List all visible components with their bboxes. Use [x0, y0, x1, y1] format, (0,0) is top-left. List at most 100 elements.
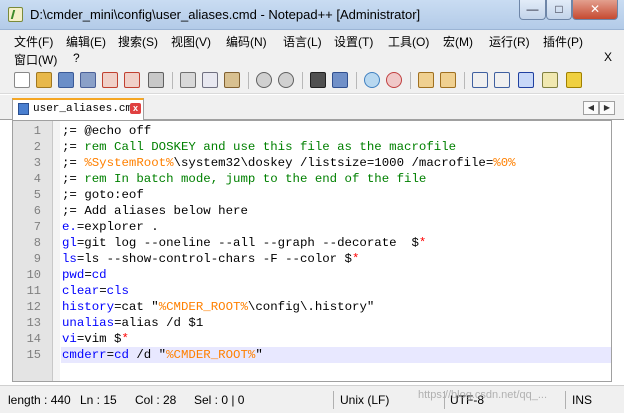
doc-map-icon[interactable]	[542, 72, 558, 88]
code-token: ;=	[62, 204, 85, 218]
minimize-button[interactable]: —	[519, 0, 546, 20]
code-text: unalias=alias /d $1	[61, 315, 611, 331]
code-line[interactable]: 8 gl=git log --oneline --all --graph --de…	[13, 235, 611, 251]
close-all-icon[interactable]	[124, 72, 140, 88]
line-number: 15	[26, 348, 41, 362]
print-icon[interactable]	[148, 72, 164, 88]
code-text: ;= rem Call DOSKEY and use this file as …	[61, 139, 611, 155]
code-token: =cat "	[114, 300, 159, 314]
new-file-icon[interactable]	[14, 72, 30, 88]
menu-file[interactable]: 文件(F)	[14, 33, 53, 50]
tab-bar: user_aliases.cmd x ◀ ▶	[0, 95, 624, 120]
status-divider	[565, 391, 566, 409]
menu-view[interactable]: 视图(V)	[171, 33, 211, 50]
tab-label: user_aliases.cmd	[33, 103, 139, 115]
toolbar-separator	[302, 72, 303, 89]
menu-edit[interactable]: 编辑(E)	[66, 33, 106, 50]
line-number: 2	[33, 140, 41, 154]
code-token: ;=	[62, 188, 85, 202]
code-token: =	[99, 284, 107, 298]
code-line[interactable]: 10 pwd=cd	[13, 267, 611, 283]
replace-icon[interactable]	[332, 72, 348, 88]
menu-window[interactable]: 窗口(W)	[14, 51, 57, 68]
code-text: ;= @echo off	[61, 123, 611, 139]
menu-search[interactable]: 搜索(S)	[118, 33, 158, 50]
code-line[interactable]: 6 ;= Add aliases below here	[13, 203, 611, 219]
code-line[interactable]: 15 cmderr=cd /d "%CMDER_ROOT%"	[13, 347, 611, 363]
tab-user-aliases[interactable]: user_aliases.cmd x	[12, 98, 144, 120]
code-token: rem In batch mode, jump to the end of th…	[84, 172, 427, 186]
file-saved-icon	[18, 103, 29, 115]
paste-icon[interactable]	[224, 72, 240, 88]
close-window-button[interactable]: ✕	[572, 0, 618, 20]
save-all-icon[interactable]	[80, 72, 96, 88]
indent-guide-icon[interactable]	[518, 72, 534, 88]
code-token: unalias	[62, 316, 115, 330]
function-list-icon[interactable]	[566, 72, 582, 88]
tab-scroll-left-icon[interactable]: ◀	[583, 101, 599, 115]
code-text: clear=cls	[61, 283, 611, 299]
tab-close-icon[interactable]: x	[130, 103, 141, 114]
code-token: /d "	[128, 348, 167, 362]
show-all-chars-icon[interactable]	[494, 72, 510, 88]
word-wrap-icon[interactable]	[472, 72, 488, 88]
code-line[interactable]: 7 e.=explorer .	[13, 219, 611, 235]
undo-icon[interactable]	[256, 72, 272, 88]
code-line[interactable]: 5 ;= goto:eof	[13, 187, 611, 203]
code-token: pwd	[62, 268, 85, 282]
zoom-out-icon[interactable]	[386, 72, 402, 88]
code-line[interactable]: 2 ;= rem Call DOSKEY and use this file as…	[13, 139, 611, 155]
status-line: Ln : 15	[80, 393, 117, 407]
code-token: =	[84, 268, 92, 282]
menu-run[interactable]: 运行(R)	[489, 33, 530, 50]
menu-language[interactable]: 语言(L)	[283, 33, 322, 50]
code-line[interactable]: 3 ;= %SystemRoot%\system32\doskey /listsi…	[13, 155, 611, 171]
code-line[interactable]: 4 ;= rem In batch mode, jump to the end o…	[13, 171, 611, 187]
code-token: vi	[62, 332, 77, 346]
toolbar-separator	[248, 72, 249, 89]
code-token: \system32\doskey /listsize=1000 /macrofi…	[173, 156, 494, 170]
sync-vertical-icon[interactable]	[418, 72, 434, 88]
status-divider	[333, 391, 334, 409]
copy-icon[interactable]	[202, 72, 218, 88]
redo-icon[interactable]	[278, 72, 294, 88]
code-line[interactable]: 9 ls=ls --show-control-chars -F --color $…	[13, 251, 611, 267]
save-icon[interactable]	[58, 72, 74, 88]
code-token: ;=	[62, 156, 85, 170]
code-line[interactable]: 13 unalias=alias /d $1	[13, 315, 611, 331]
code-line[interactable]: 1 ;= @echo off	[13, 123, 611, 139]
code-text: ;= Add aliases below here	[61, 203, 611, 219]
line-number: 3	[33, 156, 41, 170]
find-icon[interactable]	[310, 72, 326, 88]
code-token: ls	[62, 252, 77, 266]
close-icon[interactable]	[102, 72, 118, 88]
code-token: ;=	[62, 140, 85, 154]
menu-encoding[interactable]: 编码(N)	[226, 33, 267, 50]
tab-scroll-right-icon[interactable]: ▶	[599, 101, 615, 115]
code-text: ls=ls --show-control-chars -F --color $*	[61, 251, 611, 267]
menu-tools[interactable]: 工具(O)	[388, 33, 429, 50]
menu-plugins[interactable]: 插件(P)	[543, 33, 583, 50]
code-line[interactable]: 14 vi=vim $*	[13, 331, 611, 347]
menu-macro[interactable]: 宏(M)	[443, 33, 473, 50]
cut-icon[interactable]	[180, 72, 196, 88]
zoom-in-icon[interactable]	[364, 72, 380, 88]
toolbar-separator	[464, 72, 465, 89]
maximize-button[interactable]: □	[546, 0, 572, 20]
open-file-icon[interactable]	[36, 72, 52, 88]
code-token: %0%	[493, 156, 516, 170]
line-number: 7	[33, 220, 41, 234]
code-line[interactable]: 11 clear=cls	[13, 283, 611, 299]
line-number: 4	[33, 172, 41, 186]
toolbar	[0, 68, 624, 94]
code-text: history=cat "%CMDER_ROOT%\config\.histor…	[61, 299, 611, 315]
menu-help[interactable]: ?	[73, 51, 80, 65]
menu-bar: 文件(F) 编辑(E) 搜索(S) 视图(V) 编码(N) 语言(L) 设置(T…	[0, 30, 624, 68]
code-editor[interactable]: 1 ;= @echo off 2 ;= rem Call DOSKEY and use…	[12, 120, 612, 382]
code-line[interactable]: 12 history=cat "%CMDER_ROOT%\config\.hist…	[13, 299, 611, 315]
line-number: 8	[33, 236, 41, 250]
menu-settings[interactable]: 设置(T)	[334, 33, 373, 50]
close-document-button[interactable]: X	[604, 50, 612, 64]
title-bar: D:\cmder_mini\config\user_aliases.cmd - …	[0, 0, 624, 30]
sync-horizontal-icon[interactable]	[440, 72, 456, 88]
